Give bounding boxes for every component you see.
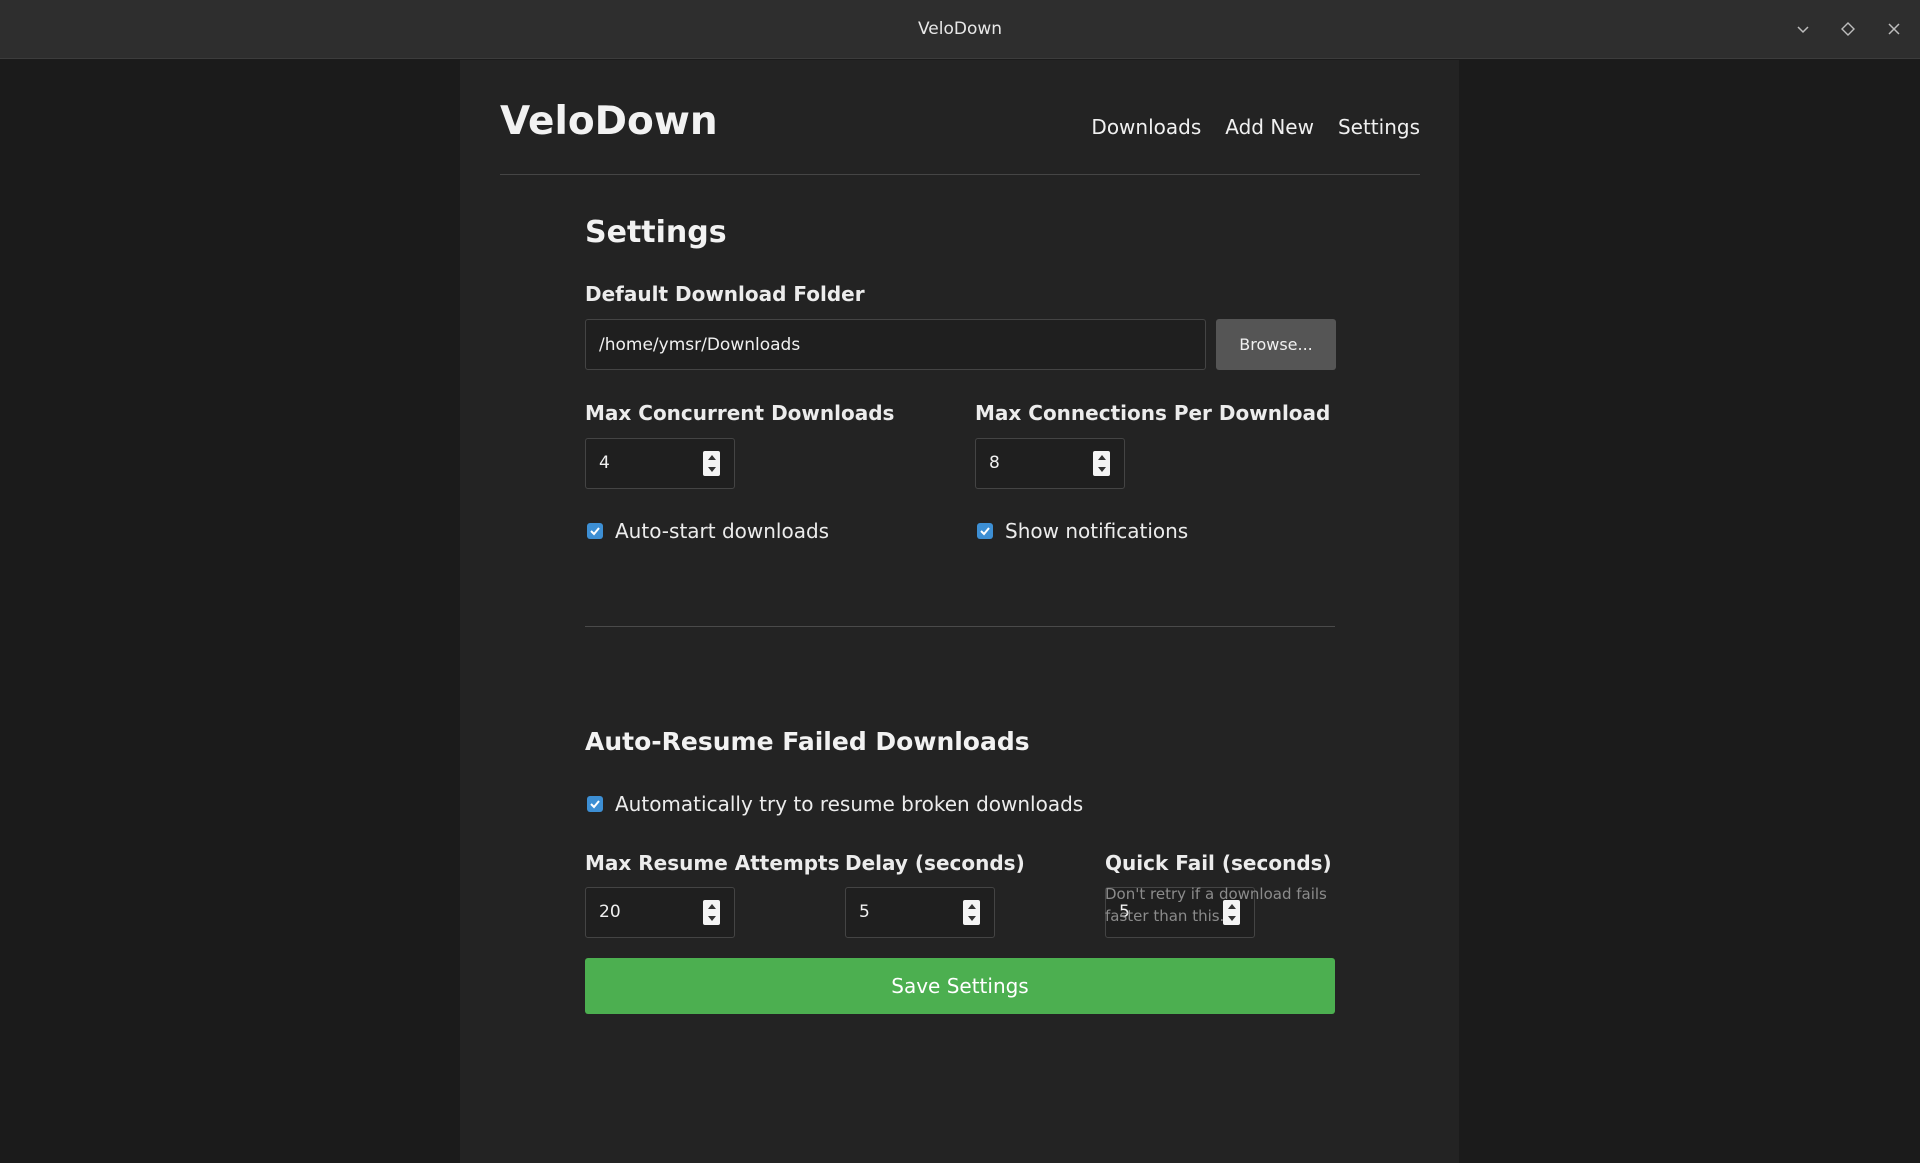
max-concurrent-input[interactable]: 4: [585, 438, 735, 489]
quick-fail-label: Quick Fail (seconds): [1105, 851, 1332, 875]
window-title: VeloDown: [917, 19, 1003, 39]
window-titlebar: VeloDown: [0, 0, 1920, 59]
app-header: VeloDown Downloads Add New Settings: [500, 60, 1420, 175]
show-notifications-label: Show notifications: [1005, 519, 1189, 543]
spinner-icon[interactable]: [1093, 451, 1110, 476]
auto-resume-heading: Auto-Resume Failed Downloads: [585, 727, 1030, 756]
max-connections-label: Max Connections Per Download: [975, 401, 1331, 425]
checkbox-checked-icon[interactable]: [587, 523, 603, 539]
delay-label: Delay (seconds): [845, 851, 1025, 875]
folder-label: Default Download Folder: [585, 282, 865, 306]
nav-downloads[interactable]: Downloads: [1091, 115, 1201, 139]
app-brand: VeloDown: [500, 99, 718, 144]
nav-add-new[interactable]: Add New: [1225, 115, 1314, 139]
spinner-icon[interactable]: [703, 451, 720, 476]
nav-settings[interactable]: Settings: [1338, 115, 1420, 139]
max-resume-attempts-input[interactable]: 20: [585, 887, 735, 938]
quick-fail-hint: Don't retry if a download fails faster t…: [1105, 885, 1327, 925]
main-nav: Downloads Add New Settings: [1091, 115, 1420, 139]
delay-input[interactable]: 5: [845, 887, 995, 938]
spinner-icon[interactable]: [703, 900, 720, 925]
max-resume-attempts-value: 20: [599, 902, 621, 922]
auto-resume-label: Automatically try to resume broken downl…: [615, 792, 1084, 816]
checkbox-checked-icon[interactable]: [587, 796, 603, 812]
spinner-icon[interactable]: [963, 900, 980, 925]
close-icon[interactable]: [1880, 15, 1908, 43]
auto-start-checkbox[interactable]: Auto-start downloads: [587, 519, 829, 543]
max-connections-input[interactable]: 8: [975, 438, 1125, 489]
settings-heading: Settings: [585, 215, 727, 250]
section-divider: [585, 626, 1335, 627]
maximize-icon[interactable]: [1834, 15, 1862, 43]
max-concurrent-value: 4: [599, 453, 610, 473]
max-concurrent-label: Max Concurrent Downloads: [585, 401, 895, 425]
auto-resume-checkbox[interactable]: Automatically try to resume broken downl…: [587, 792, 1083, 816]
download-folder-input[interactable]: [585, 319, 1206, 370]
checkbox-checked-icon[interactable]: [977, 523, 993, 539]
save-settings-button[interactable]: Save Settings: [585, 958, 1335, 1014]
max-resume-attempts-label: Max Resume Attempts: [585, 851, 840, 875]
auto-start-label: Auto-start downloads: [615, 519, 830, 543]
delay-value: 5: [859, 902, 870, 922]
app-container: VeloDown Downloads Add New Settings Sett…: [460, 60, 1459, 1163]
show-notifications-checkbox[interactable]: Show notifications: [977, 519, 1188, 543]
max-connections-value: 8: [989, 453, 1000, 473]
minimize-icon[interactable]: [1789, 15, 1817, 43]
browse-button[interactable]: Browse...: [1216, 319, 1336, 370]
